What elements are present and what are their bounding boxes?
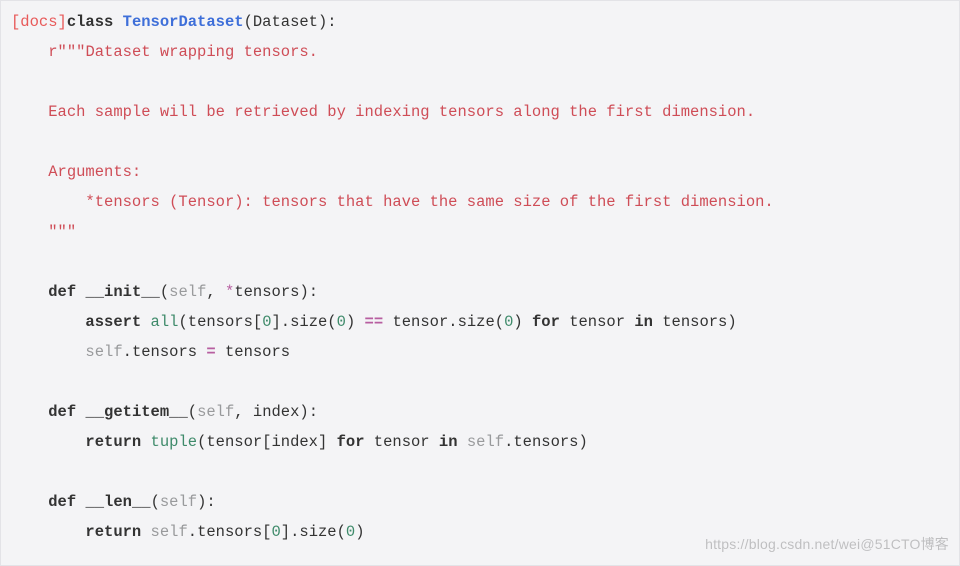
keyword-return: return [85, 523, 141, 541]
watermark-left: https://blog.csdn.net/wei [705, 536, 860, 552]
expr: tensor.size( [383, 313, 504, 331]
builtin-all: all [151, 313, 179, 331]
keyword-for: for [337, 433, 365, 451]
number: 0 [504, 313, 513, 331]
param-self: self [169, 283, 206, 301]
var: tensor [365, 433, 439, 451]
expr: ].size( [272, 313, 337, 331]
number: 0 [346, 523, 355, 541]
self-ref: self [151, 523, 188, 541]
docstring-line: Dataset wrapping tensors. [85, 43, 318, 61]
docstring-open: r""" [48, 43, 85, 61]
number: 0 [337, 313, 346, 331]
watermark: https://blog.csdn.net/wei@51CTO博客 [705, 529, 949, 559]
self-ref: self [467, 433, 504, 451]
expr: .tensors) [504, 433, 588, 451]
self-ref: self [85, 343, 122, 361]
keyword-in: in [439, 433, 458, 451]
param: index [253, 403, 300, 421]
var: tensor [560, 313, 634, 331]
keyword-def: def [48, 283, 76, 301]
base-class: Dataset [253, 13, 318, 31]
code-block: [docs]class TensorDataset(Dataset): r"""… [11, 7, 949, 547]
method-name: __init__ [85, 283, 159, 301]
keyword-def: def [48, 493, 76, 511]
keyword-for: for [532, 313, 560, 331]
expr: tensors [216, 343, 290, 361]
expr: tensors[ [188, 313, 262, 331]
expr: ].size( [281, 523, 346, 541]
var: tensors) [653, 313, 737, 331]
expr: (tensor[index] [197, 433, 337, 451]
star-op: * [225, 283, 234, 301]
number: 0 [271, 523, 280, 541]
docstring-line: Each sample will be retrieved by indexin… [48, 103, 755, 121]
docstring-line: *tensors (Tensor): tensors that have the… [85, 193, 773, 211]
keyword-in: in [634, 313, 653, 331]
param-self: self [160, 493, 197, 511]
method-name: __len__ [85, 493, 150, 511]
class-name: TensorDataset [123, 13, 244, 31]
watermark-right: @51CTO博客 [860, 536, 949, 552]
number: 0 [262, 313, 271, 331]
keyword-def: def [48, 403, 76, 421]
keyword-assert: assert [85, 313, 141, 331]
expr: .tensors[ [188, 523, 272, 541]
expr: ) [355, 523, 364, 541]
keyword-class: class [67, 13, 114, 31]
param: tensors [234, 283, 299, 301]
builtin-tuple: tuple [151, 433, 198, 451]
docstring-close: """ [48, 223, 76, 241]
expr: .tensors [123, 343, 207, 361]
operator-eq: == [365, 313, 384, 331]
operator-assign: = [206, 343, 215, 361]
docs-link[interactable]: [docs] [11, 13, 67, 31]
param-self: self [197, 403, 234, 421]
docstring-line: Arguments: [48, 163, 141, 181]
keyword-return: return [85, 433, 141, 451]
method-name: __getitem__ [85, 403, 187, 421]
